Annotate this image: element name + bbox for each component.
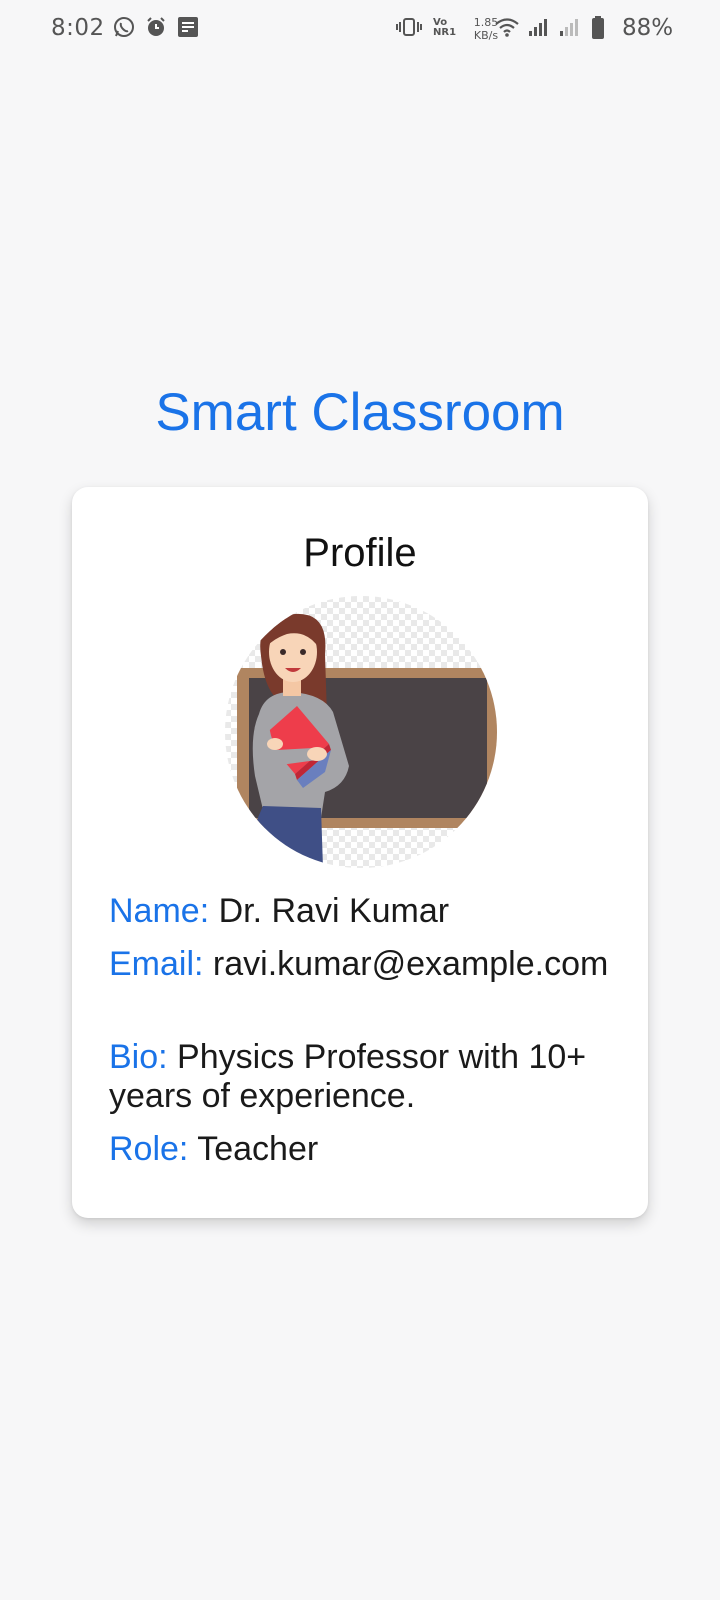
vibrate-icon <box>395 16 423 38</box>
profile-bio-row: Bio: Physics Professor with 10+ years of… <box>109 1038 619 1116</box>
signal-sim1-icon <box>527 16 549 38</box>
bio-value: Physics Professor with 10+ years of expe… <box>109 1038 587 1115</box>
email-value: ravi.kumar@example.com <box>212 945 609 983</box>
volte-indicator: Vo NR1 <box>433 17 457 38</box>
signal-sim2-icon <box>558 16 580 38</box>
profile-email-row: Email: ravi.kumar@example.com <box>109 945 619 984</box>
role-value: Teacher <box>197 1130 319 1168</box>
notes-icon <box>177 16 199 38</box>
status-bar: 8:02 Vo NR1 1.85 KB/s 88% <box>0 0 720 60</box>
wifi-icon <box>494 16 520 38</box>
role-label: Role: <box>109 1130 189 1168</box>
whatsapp-icon <box>113 16 135 38</box>
battery-percent: 88% <box>622 15 674 41</box>
app-title: Smart Classroom <box>155 383 565 442</box>
alarm-icon <box>145 16 167 38</box>
name-label: Name: <box>109 892 210 930</box>
email-label: Email: <box>109 945 204 983</box>
status-time: 8:02 <box>51 15 105 41</box>
profile-heading: Profile <box>303 531 417 575</box>
profile-name-row: Name: Dr. Ravi Kumar <box>109 892 619 931</box>
bio-label: Bio: <box>109 1038 168 1076</box>
avatar <box>225 596 497 868</box>
teacher-illustration-icon <box>237 613 497 868</box>
profile-role-row: Role: Teacher <box>109 1130 619 1169</box>
battery-icon <box>591 16 605 40</box>
name-value: Dr. Ravi Kumar <box>218 892 450 930</box>
profile-card: Profile Name: Dr. Ravi Kumar Email: ravi… <box>72 487 648 1218</box>
